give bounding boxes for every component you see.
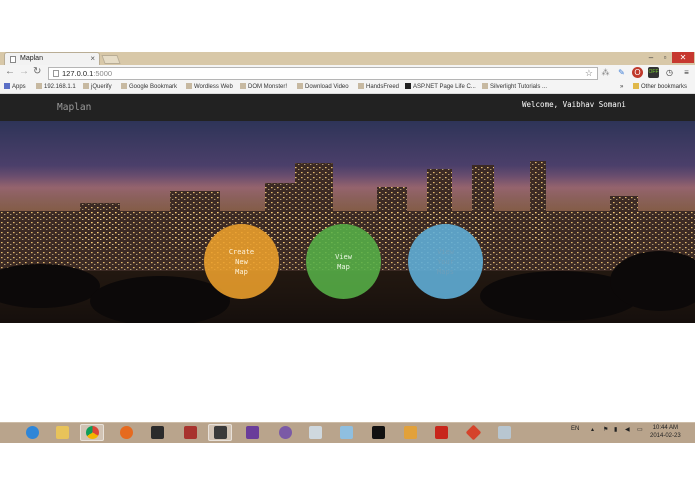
taskbar-clock[interactable]: 10:44 AM 2014-02-23 [650,424,681,440]
bookmark-item[interactable]: Download Video [297,83,349,92]
window-minimize-button[interactable]: – [644,52,658,63]
acrobat-icon[interactable] [429,424,453,441]
view-map-button[interactable]: View Map [306,224,381,299]
bookmark-item[interactable]: 192.168.1.1 [36,83,76,92]
visual-studio-icon[interactable] [240,424,264,441]
apps-grid-icon [4,83,10,89]
media-player-icon[interactable] [366,424,390,441]
bookmark-page-icon [186,83,192,89]
window-maximize-button[interactable]: ▫ [658,52,672,63]
other-bookmarks-folder[interactable]: Other bookmarks [633,83,687,92]
clock-time: 10:44 AM [652,425,679,431]
address-url: 127.0.0.1:5000 [62,69,113,78]
firefox-icon[interactable] [114,424,138,441]
browser-tab[interactable]: Maplan × [4,52,100,65]
settings-icon[interactable] [492,424,516,441]
page-icon [53,70,59,77]
notepad-icon[interactable] [334,424,358,441]
ad-off-extension-icon[interactable]: OFF [648,67,659,78]
forward-arrow-icon[interactable]: → [19,66,29,77]
welcome-message: Welcome, Vaibhav Somani [522,100,626,109]
git-icon[interactable] [461,424,485,441]
more-bookmarks-chevron[interactable]: » [620,83,623,92]
opera-extension-icon[interactable]: O [632,67,643,78]
paint-icon[interactable] [398,424,422,441]
battery-icon[interactable]: ▭ [637,426,643,433]
viber-icon[interactable] [273,424,297,441]
bookmarks-bar: Apps 192.168.1.1 jQuerify Google Bookmar… [0,82,695,94]
bookmark-item[interactable]: Google Bookmark [121,83,177,92]
clock-extension-icon[interactable]: ◷ [664,67,675,78]
bookmark-page-icon [297,83,303,89]
screen-top-margin [0,0,695,52]
tab-title: Maplan [20,55,43,62]
back-arrow-icon[interactable]: ← [5,66,15,77]
address-bar[interactable]: 127.0.0.1:5000 ☆ [48,67,598,80]
page-favicon-icon [10,56,16,63]
view-your-maps-label: View Your Maps [437,247,454,276]
translate-icon[interactable]: ⁂ [600,67,611,78]
folder-icon [633,83,639,89]
window-close-button[interactable]: ✕ [672,52,694,63]
bookmark-apps[interactable]: Apps [4,83,26,92]
language-indicator[interactable]: EN [571,426,579,432]
tab-close-icon[interactable]: × [90,54,95,63]
bookmark-item[interactable]: jQuerify [83,83,112,92]
steam-icon[interactable] [145,424,169,441]
bookmark-item[interactable]: Wordless Web [186,83,233,92]
bookmark-page-icon [121,83,127,89]
file-explorer-icon[interactable] [50,424,74,441]
bookmark-item[interactable]: DOM Monster! [240,83,287,92]
bookmark-page-icon [36,83,42,89]
create-new-map-label: Create New Map [228,247,255,276]
bookmark-page-icon [83,83,89,89]
clock-date: 2014-02-23 [650,433,681,439]
view-map-label: View Map [335,252,352,271]
network-icon[interactable] [303,424,327,441]
view-your-maps-button[interactable]: View Your Maps [408,224,483,299]
app-brand[interactable]: Maplan [57,102,91,113]
app-icon[interactable] [178,424,202,441]
reload-icon[interactable]: ↻ [33,66,41,77]
show-hidden-icons-icon[interactable]: ▴ [591,426,594,433]
ie-icon[interactable] [20,424,44,441]
sublime-text-icon[interactable] [208,424,232,441]
new-tab-button[interactable] [101,55,121,64]
m-logo-icon [405,83,411,89]
bookmark-item[interactable]: HandsFreed [358,83,399,92]
bookmark-page-icon [358,83,364,89]
bookmark-item[interactable]: ASP.NET Page Life C... [405,83,476,92]
bookmark-page-icon [482,83,488,89]
chrome-menu-icon[interactable]: ≡ [681,67,692,78]
bookmark-star-icon[interactable]: ☆ [585,68,593,79]
speaker-icon[interactable]: ◀ [625,426,630,433]
bookmark-page-icon [240,83,246,89]
create-new-map-button[interactable]: Create New Map [204,224,279,299]
chrome-icon[interactable] [80,424,104,441]
bookmark-item[interactable]: Silverlight Tutorials ... [482,83,547,92]
flag-icon[interactable]: ⚑ [603,426,608,433]
pen-extension-icon[interactable]: ✎ [616,67,627,78]
signal-icon[interactable]: ▮ [614,426,617,433]
